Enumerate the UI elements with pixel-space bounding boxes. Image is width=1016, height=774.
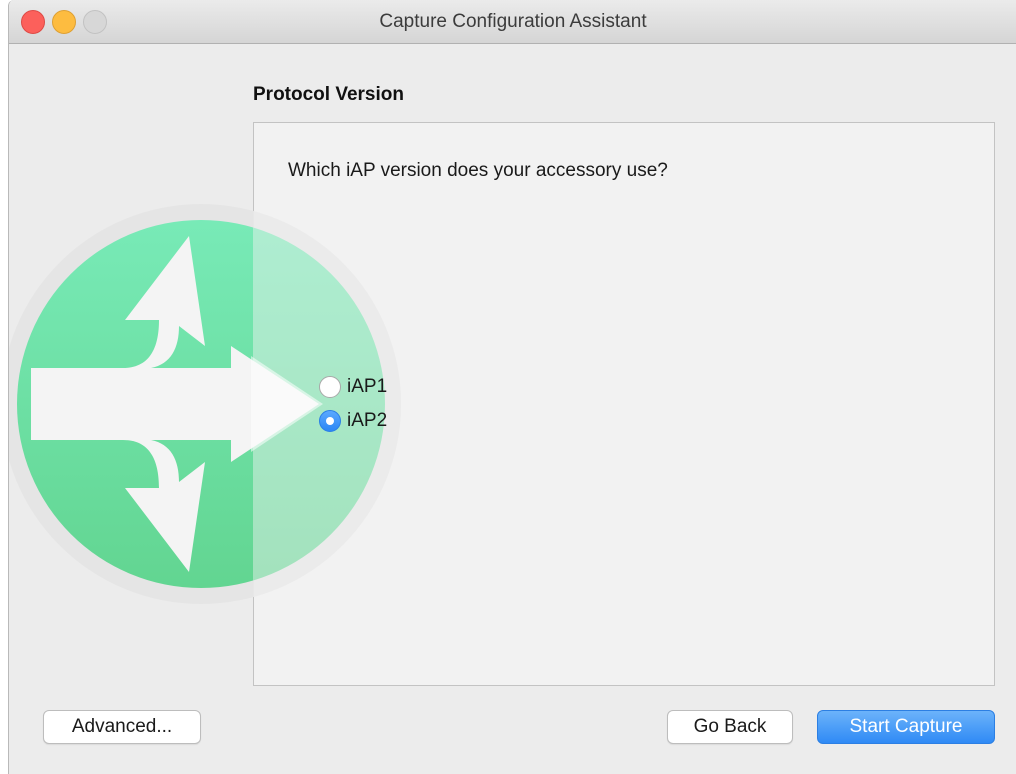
go-back-button[interactable]: Go Back bbox=[667, 710, 793, 744]
start-capture-button[interactable]: Start Capture bbox=[817, 710, 995, 744]
option-iap1[interactable]: iAP1 bbox=[319, 374, 387, 400]
window-title: Capture Configuration Assistant bbox=[379, 11, 647, 32]
iap2-label[interactable]: iAP2 bbox=[347, 410, 387, 432]
iap1-radio-button[interactable] bbox=[319, 376, 341, 398]
section-title: Protocol Version bbox=[253, 84, 404, 105]
iap2-radio-button[interactable] bbox=[319, 410, 341, 432]
question-text: Which iAP version does your accessory us… bbox=[288, 160, 668, 181]
option-iap2[interactable]: iAP2 bbox=[319, 408, 387, 434]
advanced-button[interactable]: Advanced... bbox=[43, 710, 201, 744]
assistant-window: Capture Configuration Assistant Protocol… bbox=[8, 0, 1016, 774]
title-bar[interactable]: Capture Configuration Assistant bbox=[9, 0, 1016, 44]
branching-arrows-icon bbox=[9, 204, 401, 604]
iap1-label[interactable]: iAP1 bbox=[347, 376, 387, 398]
